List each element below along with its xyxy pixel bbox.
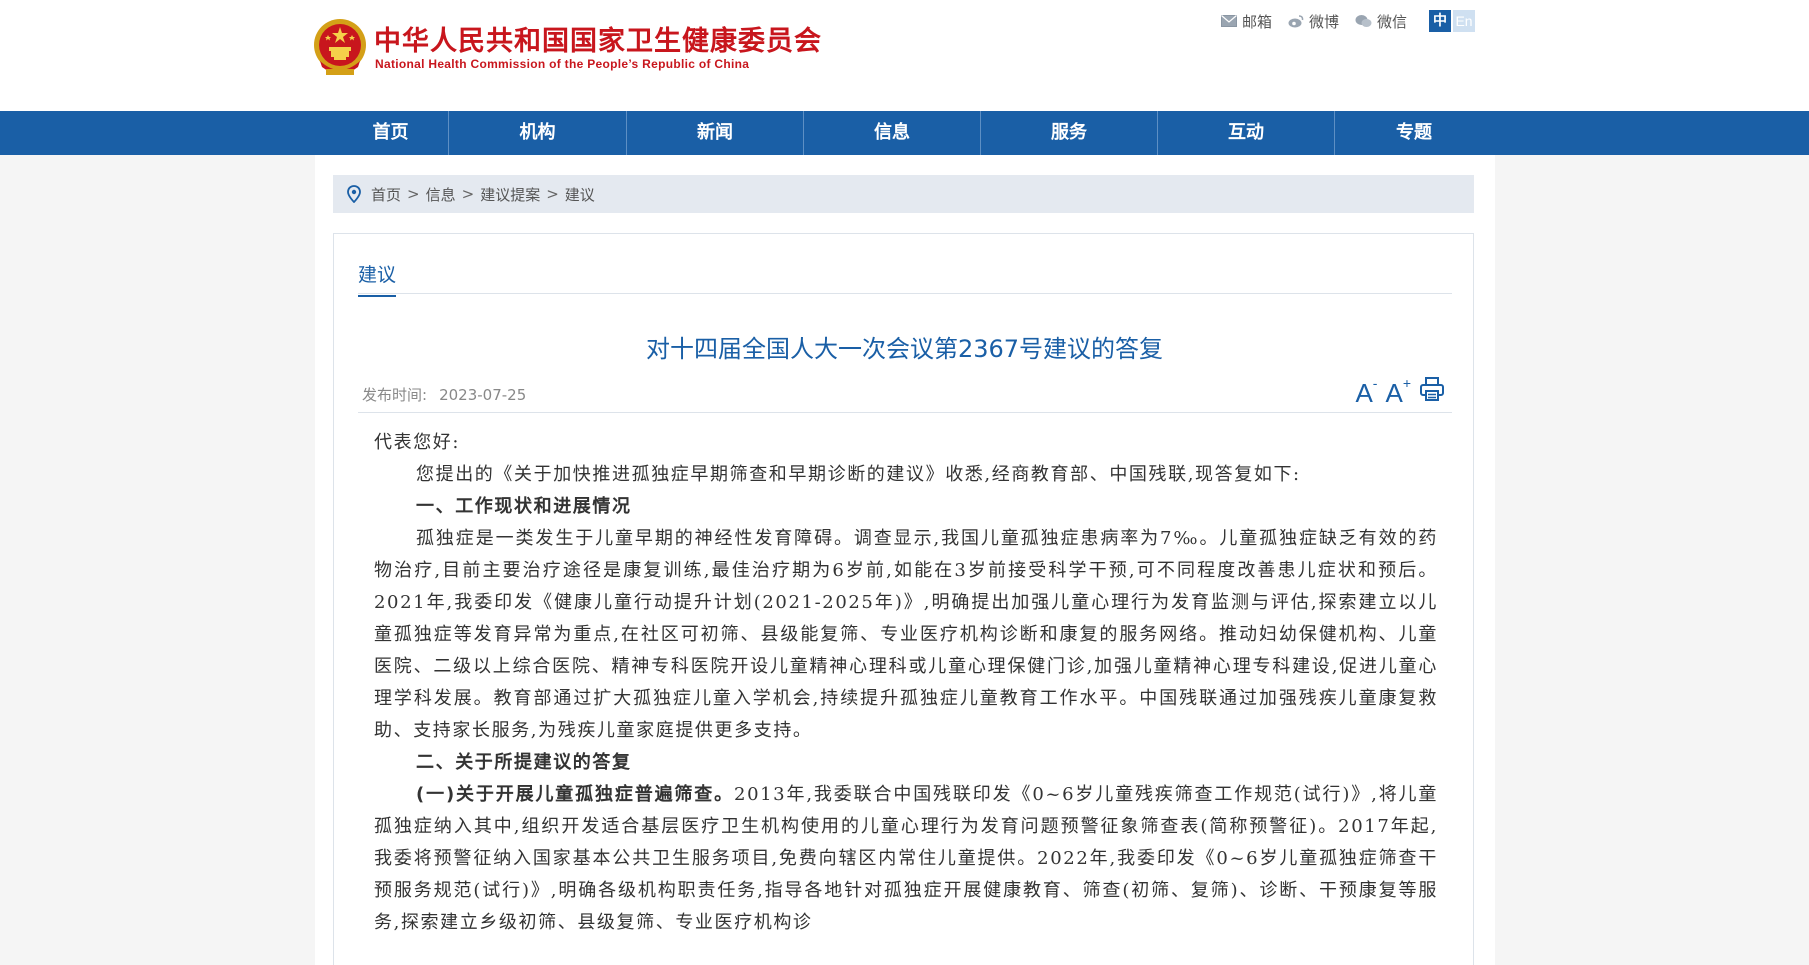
- language-switch: 中 En: [1429, 10, 1475, 32]
- font-larger-sup: +: [1402, 375, 1411, 392]
- article-title: 对十四届全国人大一次会议第2367号建议的答复: [645, 335, 1164, 363]
- breadcrumb-proposals[interactable]: 建议提案: [480, 184, 540, 205]
- location-pin-icon: [347, 185, 361, 203]
- breadcrumb-home[interactable]: 首页: [371, 184, 401, 205]
- article-box: 建议 对十四届全国人大一次会议第2367号建议的答复 发布时间: 2023-07-…: [333, 233, 1474, 965]
- main-nav: 首页 机构 新闻 信息 服务 互动 专题: [0, 111, 1809, 155]
- weibo-icon: [1288, 15, 1304, 28]
- lang-en-button[interactable]: En: [1453, 10, 1475, 32]
- weibo-link[interactable]: 微博: [1288, 11, 1339, 32]
- mail-icon: [1220, 15, 1237, 27]
- weibo-label: 微博: [1308, 12, 1339, 31]
- nav-item-news[interactable]: 新闻: [627, 111, 804, 155]
- paragraph-current-status: 孤独症是一类发生于儿童早期的神经性发育障碍。调查显示,我国儿童孤独症患病率为7‰…: [374, 528, 1439, 741]
- site-header: 中华人民共和国国家卫生健康委员会 National Health Commiss…: [0, 0, 1809, 111]
- quick-links: 邮箱 微博 微信 中 En: [1220, 10, 1475, 32]
- nav-item-interaction[interactable]: 互动: [1158, 111, 1335, 155]
- paragraph-screening: (一)关于开展儿童孤独症普遍筛查。2013年,我委联合中国残联印发《0~6岁儿童…: [374, 779, 1438, 939]
- nav-item-topics[interactable]: 专题: [1335, 111, 1493, 155]
- nav-item-organization[interactable]: 机构: [449, 111, 627, 155]
- meta-divider: [358, 412, 1452, 413]
- nav-item-info[interactable]: 信息: [804, 111, 981, 155]
- national-emblem-icon: [314, 19, 366, 75]
- publish-date: 2023-07-25: [439, 386, 527, 404]
- breadcrumb-separator: >: [407, 185, 420, 203]
- site-name: 中华人民共和国国家卫生健康委员会: [374, 26, 822, 57]
- wechat-link[interactable]: 微信: [1355, 11, 1407, 32]
- article-tools: A- A+: [1355, 376, 1445, 406]
- mail-label: 邮箱: [1241, 12, 1272, 31]
- font-larger-button[interactable]: A+: [1385, 376, 1411, 408]
- font-smaller-label: A: [1355, 378, 1373, 408]
- mail-link[interactable]: 邮箱: [1220, 11, 1272, 32]
- article-content: 代表您好: 您提出的《关于加快推进孤独症早期筛查和早期诊断的建议》收悉,经商教育…: [374, 427, 1438, 939]
- wechat-icon: [1355, 15, 1372, 27]
- breadcrumb-separator: >: [546, 185, 559, 203]
- nav-item-service[interactable]: 服务: [981, 111, 1158, 155]
- breadcrumb: 首页 > 信息 > 建议提案 > 建议: [333, 175, 1474, 213]
- heading-current-status: 一、工作现状和进展情况: [416, 496, 632, 517]
- nav-item-home[interactable]: 首页: [333, 111, 449, 155]
- publish-date-label: 发布时间:: [362, 386, 428, 404]
- heading-reply: 二、关于所提建议的答复: [416, 752, 632, 773]
- intro-paragraph: 您提出的《关于加快推进孤独症早期筛查和早期诊断的建议》收悉,经商教育部、中国残联…: [416, 464, 1301, 485]
- section-divider: [358, 293, 1452, 294]
- article-meta: 发布时间: 2023-07-25: [362, 384, 526, 405]
- lang-zh-button[interactable]: 中: [1429, 10, 1451, 32]
- main-container: 首页 > 信息 > 建议提案 > 建议 建议 对十四届全国人大一次会议第2367…: [315, 155, 1495, 965]
- print-icon: [1420, 377, 1444, 401]
- font-larger-label: A: [1385, 378, 1403, 408]
- site-logo[interactable]: 中华人民共和国国家卫生健康委员会 National Health Commiss…: [312, 17, 821, 77]
- breadcrumb-separator: >: [461, 185, 475, 203]
- section-title: 建议: [358, 260, 397, 297]
- wechat-label: 微信: [1376, 12, 1407, 31]
- site-name-en: National Health Commission of the People…: [375, 57, 750, 71]
- breadcrumb-suggestions[interactable]: 建议: [565, 184, 595, 205]
- paragraph-screening-lead: (一)关于开展儿童孤独症普遍筛查。: [416, 784, 735, 805]
- print-button[interactable]: [1419, 376, 1445, 406]
- paragraph-screening-body: 2013年,我委联合中国残联印发《0~6岁儿童残疾筛查工作规范(试行)》,将儿童…: [374, 784, 1439, 933]
- greeting: 代表您好:: [374, 432, 461, 453]
- breadcrumb-info[interactable]: 信息: [426, 184, 456, 205]
- font-smaller-sup: -: [1372, 375, 1378, 392]
- font-smaller-button[interactable]: A-: [1355, 376, 1377, 408]
